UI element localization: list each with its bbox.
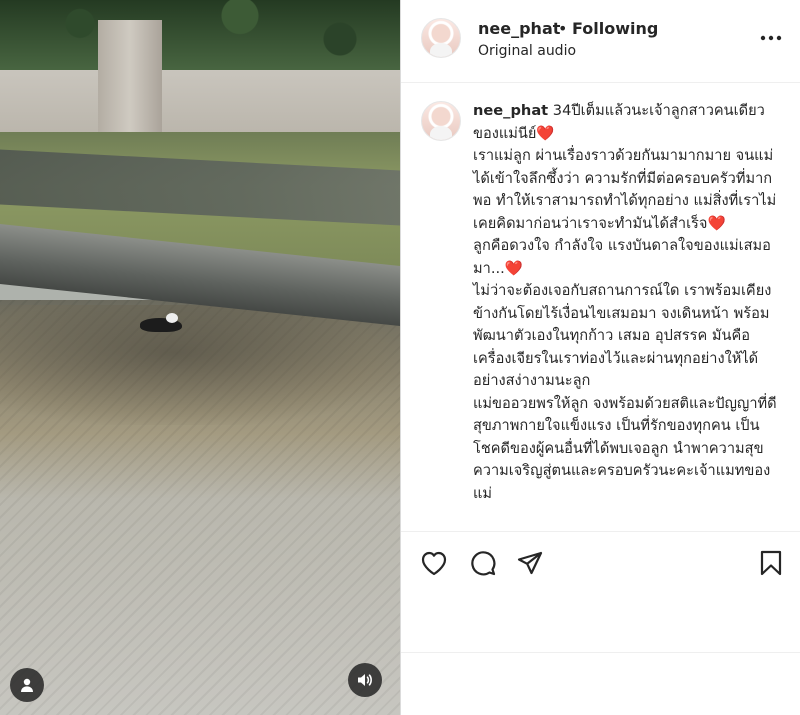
section-divider bbox=[401, 652, 800, 653]
video-frame-puddle bbox=[0, 305, 400, 425]
bookmark-icon bbox=[759, 549, 783, 577]
video-frame-wall bbox=[0, 70, 400, 140]
video-frame-hedge bbox=[0, 0, 400, 78]
header-username[interactable]: nee_phat bbox=[478, 19, 560, 38]
user-tag-icon bbox=[19, 677, 35, 693]
more-options-button[interactable] bbox=[755, 26, 787, 50]
following-button[interactable]: Following bbox=[572, 19, 658, 38]
like-button[interactable] bbox=[419, 548, 449, 578]
caption-avatar[interactable] bbox=[421, 101, 461, 141]
post-video[interactable] bbox=[0, 0, 400, 715]
speaker-icon bbox=[356, 671, 374, 689]
user-tag-button[interactable] bbox=[10, 668, 44, 702]
save-button[interactable] bbox=[756, 548, 786, 578]
audio-link[interactable]: Original audio bbox=[478, 43, 576, 59]
comment-bubble-icon bbox=[469, 549, 497, 577]
header-separator: • bbox=[558, 19, 568, 38]
caption-text: nee_phat 34ปีเต็มแล้วนะเจ้าลูกสาวคนเดียว… bbox=[473, 100, 783, 505]
caption-username[interactable]: nee_phat bbox=[473, 102, 548, 119]
share-button[interactable] bbox=[515, 548, 545, 578]
heart-icon bbox=[420, 550, 448, 576]
comment-button[interactable] bbox=[468, 548, 498, 578]
video-frame-bird bbox=[140, 313, 182, 332]
video-frame-pillar bbox=[98, 20, 162, 138]
more-dots-icon bbox=[760, 35, 782, 41]
instagram-post-view: nee_phat • Following Original audio nee_… bbox=[0, 0, 800, 715]
caption-body: 34ปีเต็มแล้วนะเจ้าลูกสาวคนเดียวของแม่นีย… bbox=[473, 102, 777, 502]
audio-toggle-button[interactable] bbox=[348, 663, 382, 697]
post-header: nee_phat • Following Original audio bbox=[401, 0, 800, 83]
paper-plane-icon bbox=[516, 550, 544, 576]
action-bar bbox=[401, 531, 800, 600]
avatar[interactable] bbox=[421, 18, 461, 58]
caption-section: nee_phat 34ปีเต็มแล้วนะเจ้าลูกสาวคนเดียว… bbox=[401, 83, 800, 531]
